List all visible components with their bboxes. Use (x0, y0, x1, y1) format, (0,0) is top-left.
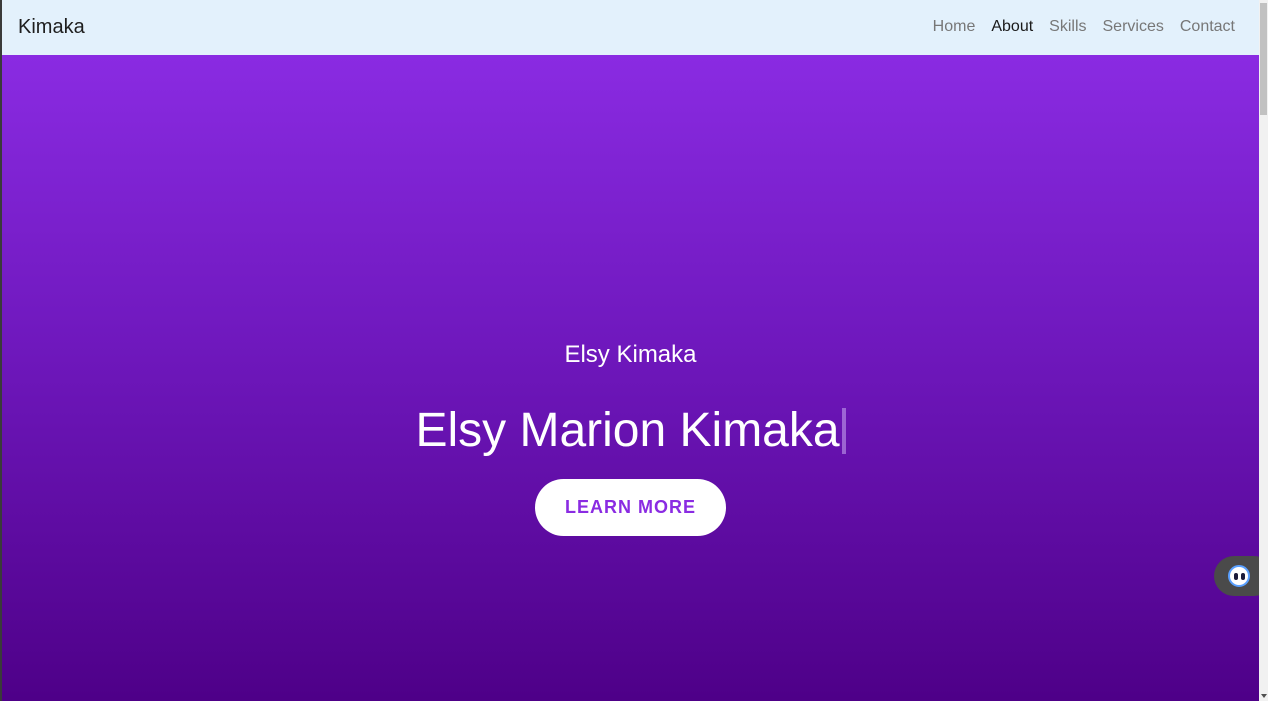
page: Kimaka Home About Skills Services Contac… (0, 0, 1268, 701)
chatbot-eye-left (1234, 573, 1238, 580)
window-edge (0, 0, 2, 701)
navbar: Kimaka Home About Skills Services Contac… (2, 0, 1259, 55)
scrollbar-thumb[interactable] (1260, 3, 1267, 115)
nav-item-contact[interactable]: Contact (1180, 17, 1235, 37)
nav-item-skills[interactable]: Skills (1049, 17, 1086, 37)
hero-title: Elsy Marion Kimaka (415, 404, 840, 457)
vertical-scrollbar[interactable] (1259, 0, 1268, 701)
brand-link[interactable]: Kimaka (18, 15, 85, 39)
scroll-down-arrow-icon[interactable] (1261, 694, 1267, 698)
chatbot-face-icon (1228, 565, 1250, 587)
hero-subtitle: Elsy Kimaka (564, 341, 697, 368)
nav-item-about[interactable]: About (991, 17, 1033, 37)
chatbot-eye-right (1241, 573, 1245, 580)
nav-item-home[interactable]: Home (933, 17, 976, 37)
nav-item-services[interactable]: Services (1103, 17, 1164, 37)
learn-more-button[interactable]: LEARN MORE (535, 479, 726, 536)
nav-links: Home About Skills Services Contact (917, 17, 1235, 37)
hero-title-wrap: Elsy Marion Kimaka (2, 403, 1259, 459)
typing-cursor (841, 408, 846, 454)
hero-section: Elsy Kimaka Elsy Marion Kimaka LEARN MOR… (2, 55, 1259, 701)
